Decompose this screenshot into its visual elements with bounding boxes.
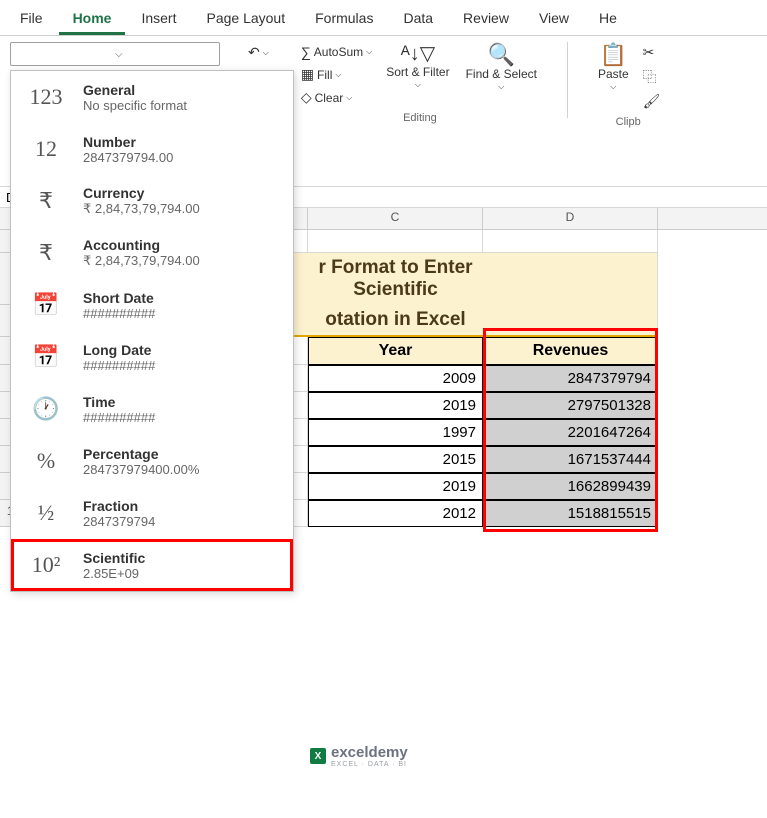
format-sample: ########## [83, 410, 155, 425]
col-header-d[interactable]: D [483, 208, 658, 229]
sort-filter-button[interactable]: ᴬ↓▽ Sort & Filter⌵ [380, 42, 455, 92]
chevron-down-icon: ⌵ [115, 49, 215, 60]
format-option-fraction[interactable]: ½ Fraction2847379794 [11, 487, 293, 539]
cut-icon: ✂ [643, 44, 655, 61]
cell-revenue[interactable]: 1518815515 [483, 500, 658, 527]
cell-year[interactable]: 1997 [308, 419, 483, 446]
tab-file[interactable]: File [6, 4, 57, 35]
ribbon-content: ⌵ 123GeneralNo specific format12Number28… [0, 36, 767, 130]
format-icon: 12 [23, 129, 69, 169]
ribbon-tabs: FileHomeInsertPage LayoutFormulasDataRev… [0, 0, 767, 36]
sigma-icon: ∑ [301, 44, 311, 60]
format-name: Long Date [83, 342, 155, 358]
tab-data[interactable]: Data [389, 4, 447, 35]
format-option-scientific[interactable]: 10² Scientific2.85E+09 [11, 539, 293, 591]
format-icon: 123 [23, 77, 69, 117]
format-sample: No specific format [83, 98, 187, 113]
cell-revenue[interactable]: 1662899439 [483, 473, 658, 500]
format-option-currency[interactable]: ₹ Currency₹ 2,84,73,79,794.00 [11, 175, 293, 227]
tab-formulas[interactable]: Formulas [301, 4, 387, 35]
format-icon: 🕐 [23, 389, 69, 429]
format-option-short-date[interactable]: 📅 Short Date########## [11, 279, 293, 331]
table-header-revenues: Revenues [483, 337, 658, 365]
format-name: Number [83, 134, 173, 150]
cut-button[interactable]: ✂ [639, 42, 665, 63]
format-icon: % [23, 441, 69, 481]
format-option-percentage[interactable]: % Percentage284737979400.00% [11, 435, 293, 487]
find-select-button[interactable]: 🔍 Find & Select⌵ [460, 42, 543, 94]
format-icon: ₹ [23, 181, 69, 221]
format-sample: ########## [83, 306, 155, 321]
number-format-selector[interactable]: ⌵ [10, 42, 220, 66]
format-icon: ½ [23, 493, 69, 533]
brush-icon: 🖌 [643, 93, 661, 110]
format-name: Percentage [83, 446, 199, 462]
cell-year[interactable]: 2019 [308, 473, 483, 500]
tab-review[interactable]: Review [449, 4, 523, 35]
format-icon: 📅 [23, 337, 69, 377]
exceldemy-logo: X exceldemy EXCEL · DATA · BI [310, 744, 408, 768]
eraser-icon: ◇ [301, 89, 312, 106]
fill-icon: ▦ [301, 66, 314, 83]
format-name: Short Date [83, 290, 155, 306]
clear-button[interactable]: ◇Clear⌵ [297, 87, 376, 108]
format-icon: 10² [23, 545, 69, 585]
cell-revenue[interactable]: 2201647264 [483, 419, 658, 446]
number-format-group: ⌵ 123GeneralNo specific format12Number28… [10, 42, 220, 66]
undo-button[interactable]: ↶⌵ [244, 42, 273, 63]
format-name: Currency [83, 185, 200, 201]
cell-year[interactable]: 2015 [308, 446, 483, 473]
copy-icon: ⿻ [643, 67, 657, 87]
format-option-accounting[interactable]: ₹ Accounting₹ 2,84,73,79,794.00 [11, 227, 293, 279]
editing-group-label: Editing [403, 110, 437, 126]
format-icon: ₹ [23, 233, 69, 273]
autosum-button[interactable]: ∑AutoSum⌵ [297, 42, 376, 62]
format-name: Accounting [83, 237, 200, 253]
format-sample: 2.85E+09 [83, 566, 145, 581]
editing-group: ∑AutoSum⌵ ▦Fill⌵ ◇Clear⌵ ᴬ↓▽ Sort & Filt… [297, 42, 543, 126]
cell-revenue[interactable]: 2797501328 [483, 392, 658, 419]
sort-filter-icon: ᴬ↓▽ [401, 44, 435, 64]
cell-year[interactable]: 2012 [308, 500, 483, 527]
tab-he[interactable]: He [585, 4, 631, 35]
format-sample: ₹ 2,84,73,79,794.00 [83, 201, 200, 217]
undo-icon: ↶ [248, 44, 260, 61]
cell-year[interactable]: 2019 [308, 392, 483, 419]
tab-view[interactable]: View [525, 4, 583, 35]
format-option-general[interactable]: 123 GeneralNo specific format [11, 71, 293, 123]
clipboard-group: 📋 Paste⌵ ✂ ⿻ 🖌 Clipb [592, 42, 664, 130]
excel-icon: X [310, 748, 326, 764]
clipboard-group-label: Clipb [616, 114, 641, 130]
format-name: Time [83, 394, 155, 410]
tab-home[interactable]: Home [59, 4, 126, 35]
cell-revenue[interactable]: 2847379794 [483, 365, 658, 392]
cell-year[interactable]: 2009 [308, 365, 483, 392]
format-sample: 2847379794 [83, 514, 155, 529]
paste-icon: 📋 [600, 44, 627, 66]
table-header-year: Year [308, 337, 483, 365]
format-option-number[interactable]: 12 Number2847379794.00 [11, 123, 293, 175]
format-icon: 📅 [23, 285, 69, 325]
cell-revenue[interactable]: 1671537444 [483, 446, 658, 473]
tab-page-layout[interactable]: Page Layout [192, 4, 299, 35]
format-option-time[interactable]: 🕐 Time########## [11, 383, 293, 435]
format-name: Fraction [83, 498, 155, 514]
format-name: General [83, 82, 187, 98]
search-icon: 🔍 [488, 44, 515, 66]
format-sample: ₹ 2,84,73,79,794.00 [83, 253, 200, 269]
format-sample: ########## [83, 358, 155, 373]
format-sample: 284737979400.00% [83, 462, 199, 477]
format-name: Scientific [83, 550, 145, 566]
tab-insert[interactable]: Insert [127, 4, 190, 35]
copy-button[interactable]: ⿻ [639, 65, 665, 89]
fill-button[interactable]: ▦Fill⌵ [297, 64, 376, 85]
format-option-long-date[interactable]: 📅 Long Date########## [11, 331, 293, 383]
format-painter-button[interactable]: 🖌 [639, 91, 665, 112]
paste-button[interactable]: 📋 Paste⌵ [592, 42, 635, 94]
format-sample: 2847379794.00 [83, 150, 173, 165]
col-header-c[interactable]: C [308, 208, 483, 229]
number-format-dropdown: 123GeneralNo specific format12Number2847… [10, 70, 294, 592]
